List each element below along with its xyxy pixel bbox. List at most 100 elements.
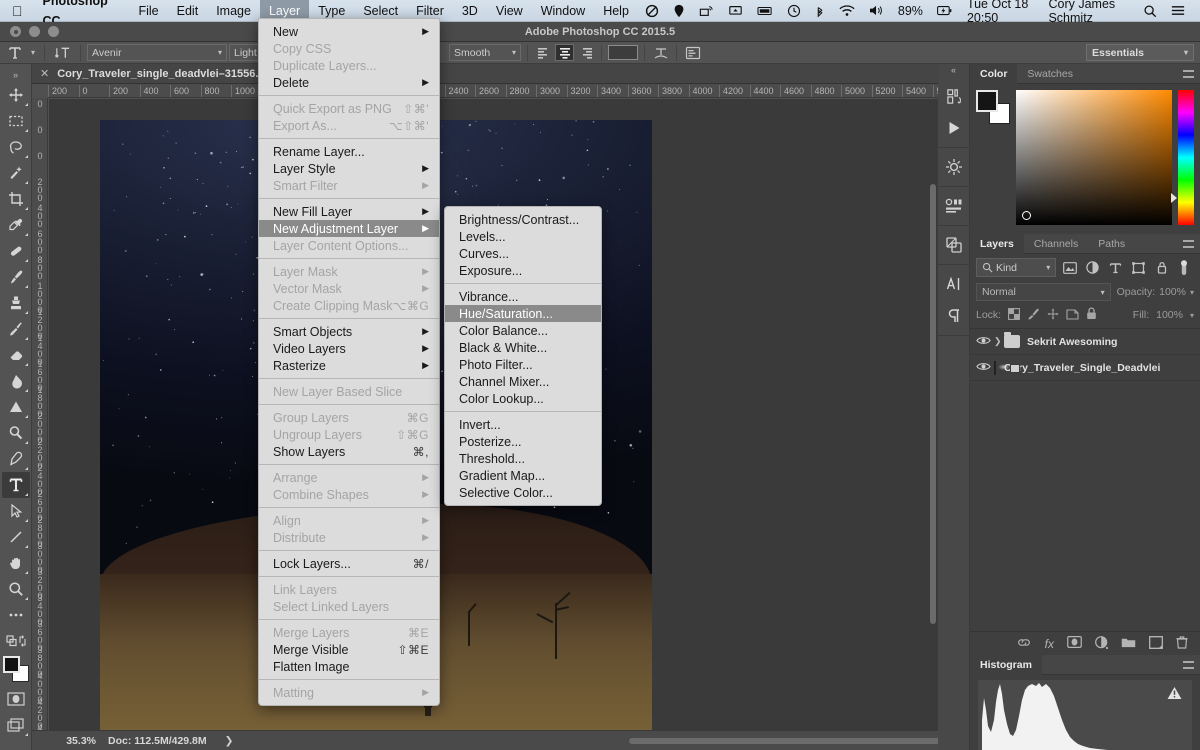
datetime[interactable]: Tue Oct 18 20:50 bbox=[960, 0, 1042, 25]
warp-text-icon[interactable] bbox=[651, 44, 670, 61]
align-center-icon[interactable] bbox=[555, 44, 575, 61]
table-row[interactable]: ❯ Sekrit Awesoming bbox=[970, 329, 1200, 355]
fill-value[interactable]: 100% bbox=[1156, 309, 1183, 321]
adjustment-item-posterize[interactable]: Posterize... bbox=[445, 433, 601, 450]
more-tools[interactable] bbox=[2, 602, 30, 628]
new-group-icon[interactable] bbox=[1121, 636, 1136, 651]
table-row[interactable]: Cory_Traveler_Single_Deadvlei bbox=[970, 355, 1200, 381]
character-panel-icon[interactable] bbox=[683, 44, 702, 61]
bluetooth-icon[interactable] bbox=[808, 4, 832, 18]
layer-styles-icon[interactable]: fx bbox=[1045, 637, 1054, 651]
lock-artboard-icon[interactable] bbox=[1066, 308, 1079, 323]
battery-percent[interactable]: 89% bbox=[891, 4, 930, 18]
filter-type-icon[interactable] bbox=[1106, 258, 1125, 277]
tab-histogram[interactable]: Histogram bbox=[970, 654, 1042, 675]
lasso-tool[interactable] bbox=[2, 134, 30, 160]
delete-layer-icon[interactable] bbox=[1176, 635, 1188, 652]
menu-file[interactable]: File bbox=[129, 0, 167, 22]
wifi-icon[interactable] bbox=[832, 4, 862, 17]
canvas-vertical-scrollbar[interactable] bbox=[930, 104, 936, 724]
filter-pixel-icon[interactable] bbox=[1060, 258, 1079, 277]
layer-menu-item-layer-style[interactable]: Layer Style ▶ bbox=[259, 160, 439, 177]
adjustment-item-vibrance[interactable]: Vibrance... bbox=[445, 288, 601, 305]
tab-color[interactable]: Color bbox=[970, 63, 1018, 84]
paragraph-icon[interactable] bbox=[938, 300, 970, 332]
styles-icon[interactable] bbox=[938, 229, 970, 261]
blend-mode-select[interactable]: Normal ▾ bbox=[976, 283, 1111, 301]
chevron-right-icon[interactable]: ❯ bbox=[994, 336, 1004, 347]
layer-menu-item-smart-objects[interactable]: Smart Objects ▶ bbox=[259, 323, 439, 340]
hue-slider[interactable] bbox=[1171, 90, 1194, 225]
adjustment-item-exposure[interactable]: Exposure... bbox=[445, 262, 601, 279]
path-selection-tool[interactable] bbox=[2, 498, 30, 524]
adjustment-item-color-lookup[interactable]: Color Lookup... bbox=[445, 390, 601, 407]
quick-selection-tool[interactable] bbox=[2, 160, 30, 186]
layer-menu-item-show-layers[interactable]: Show Layers ⌘, bbox=[259, 443, 439, 460]
hand-tool[interactable] bbox=[2, 550, 30, 576]
canvas-horizontal-scrollbar[interactable] bbox=[247, 737, 970, 744]
adjustment-item-selective-color[interactable]: Selective Color... bbox=[445, 484, 601, 501]
search-icon[interactable] bbox=[1136, 4, 1164, 18]
filter-shape-icon[interactable] bbox=[1129, 258, 1148, 277]
healing-brush-tool[interactable] bbox=[2, 238, 30, 264]
timemachine-icon[interactable] bbox=[780, 4, 808, 18]
document-tab[interactable]: ✕ Cory_Traveler_single_deadvlei–31556.ps… bbox=[32, 64, 938, 84]
menu-image[interactable]: Image bbox=[207, 0, 260, 22]
collapse-panels-icon[interactable]: « bbox=[938, 64, 969, 77]
layer-menu-item-rasterize[interactable]: Rasterize ▶ bbox=[259, 357, 439, 374]
history-brush-tool[interactable] bbox=[2, 316, 30, 342]
layer-visibility-toggle[interactable] bbox=[976, 335, 994, 349]
panel-menu-icon[interactable] bbox=[1183, 69, 1194, 78]
layer-visibility-toggle[interactable] bbox=[976, 361, 994, 375]
layer-menu-item-video-layers[interactable]: Video Layers ▶ bbox=[259, 340, 439, 357]
screen-mode-icon[interactable] bbox=[2, 712, 30, 738]
line-shape-tool[interactable] bbox=[2, 524, 30, 550]
layer-menu-item-new[interactable]: New ▶ bbox=[259, 23, 439, 40]
lock-all-icon[interactable] bbox=[1086, 307, 1097, 323]
adjustments-icon[interactable] bbox=[938, 151, 970, 183]
layer-menu-item-lock-layers[interactable]: Lock Layers... ⌘/ bbox=[259, 555, 439, 572]
layer-mask-icon[interactable] bbox=[1067, 636, 1082, 651]
libraries-icon[interactable] bbox=[938, 80, 970, 112]
adjustment-item-hue-saturation[interactable]: Hue/Saturation... bbox=[445, 305, 601, 322]
text-orientation-icon[interactable] bbox=[51, 44, 74, 62]
tab-channels[interactable]: Channels bbox=[1024, 234, 1088, 254]
adjustment-item-threshold[interactable]: Threshold... bbox=[445, 450, 601, 467]
color-field-picker[interactable] bbox=[1022, 211, 1031, 220]
opacity-control[interactable]: Opacity: 100% ▾ bbox=[1117, 286, 1194, 298]
text-tool-icon[interactable] bbox=[4, 44, 26, 62]
color-panel-swatches[interactable] bbox=[976, 90, 1010, 124]
clone-stamp-tool[interactable] bbox=[2, 290, 30, 316]
chevron-right-icon[interactable]: ❯ bbox=[207, 735, 234, 747]
expand-panel-icon[interactable]: » bbox=[13, 68, 18, 82]
adjustment-item-gradient-map[interactable]: Gradient Map... bbox=[445, 467, 601, 484]
panel-menu-icon[interactable] bbox=[1183, 660, 1194, 669]
close-icon[interactable]: ✕ bbox=[40, 67, 49, 80]
tab-layers[interactable]: Layers bbox=[970, 233, 1024, 254]
adjustment-item-levels[interactable]: Levels... bbox=[445, 228, 601, 245]
menu-help[interactable]: Help bbox=[594, 0, 638, 22]
play-icon[interactable] bbox=[938, 112, 970, 144]
zoom-tool[interactable] bbox=[2, 576, 30, 602]
pen-tool[interactable] bbox=[2, 446, 30, 472]
panel-menu-icon[interactable] bbox=[1183, 239, 1194, 248]
layer-menu-item-delete[interactable]: Delete ▶ bbox=[259, 74, 439, 91]
move-tool[interactable] bbox=[2, 82, 30, 108]
layer-menu-dropdown[interactable]: New ▶ Copy CSS Duplicate Layers... Delete ▶ Qu… bbox=[258, 18, 440, 706]
adjustment-item-brightness-contrast[interactable]: Brightness/Contrast... bbox=[445, 211, 601, 228]
layer-menu-item-flatten-image[interactable]: Flatten Image bbox=[259, 658, 439, 675]
location-icon[interactable] bbox=[666, 4, 692, 18]
zoom-level[interactable]: 35.3% bbox=[32, 735, 108, 747]
dodge-tool[interactable] bbox=[2, 420, 30, 446]
antialias-select[interactable]: Smooth ▾ bbox=[449, 44, 522, 61]
foreground-color-swatch[interactable] bbox=[976, 90, 998, 112]
airplay-icon[interactable] bbox=[692, 4, 721, 18]
adjustment-item-color-balance[interactable]: Color Balance... bbox=[445, 322, 601, 339]
volume-icon[interactable] bbox=[862, 4, 891, 17]
layer-name[interactable]: Cory_Traveler_Single_Deadvlei bbox=[1004, 362, 1160, 374]
cached-data-warning-icon[interactable] bbox=[1167, 686, 1182, 700]
tool-preset-caret[interactable]: ▾ bbox=[28, 44, 38, 62]
gradient-tool[interactable] bbox=[2, 368, 30, 394]
text-color-swatch[interactable] bbox=[608, 45, 639, 60]
foreground-color-swatch[interactable] bbox=[2, 656, 20, 673]
